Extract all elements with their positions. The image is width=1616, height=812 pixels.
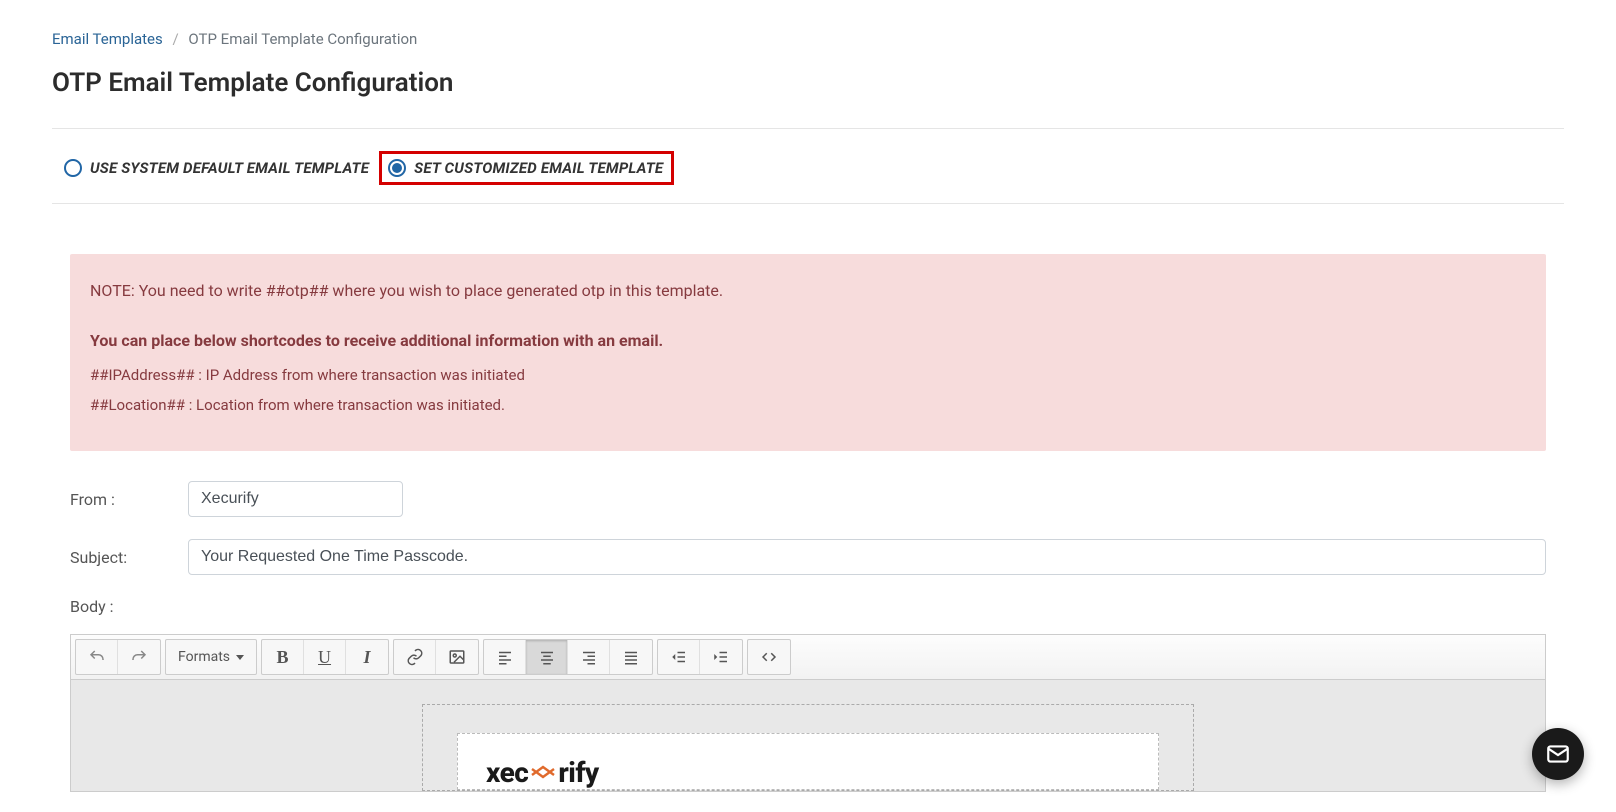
chat-icon: [1545, 741, 1571, 767]
indent-button[interactable]: [700, 640, 742, 674]
radio-icon: [64, 159, 82, 177]
brand-post: rify: [558, 756, 598, 789]
radio-default-label: USE SYSTEM DEFAULT EMAIL TEMPLATE: [90, 159, 369, 177]
underline-icon: U: [318, 647, 331, 668]
undo-button[interactable]: [76, 640, 118, 674]
bold-icon: B: [277, 647, 289, 668]
mail-preview-inner: xec rify: [457, 733, 1159, 790]
alert-shortcode-location: ##Location## : Location from where trans…: [90, 393, 1526, 417]
outdent-button[interactable]: [658, 640, 700, 674]
body-label: Body :: [70, 597, 1546, 616]
italic-icon: I: [364, 647, 371, 668]
code-icon: [760, 648, 778, 666]
subject-label: Subject:: [70, 548, 188, 567]
image-icon: [448, 648, 466, 666]
align-left-icon: [496, 648, 514, 666]
undo-icon: [88, 648, 106, 666]
align-center-icon: [538, 648, 556, 666]
caret-down-icon: [236, 655, 244, 660]
underline-button[interactable]: U: [304, 640, 346, 674]
divider: [52, 128, 1564, 129]
brand-logo: xec rify: [486, 756, 1130, 789]
from-input[interactable]: [188, 481, 403, 517]
template-mode-radio-group: USE SYSTEM DEFAULT EMAIL TEMPLATE SET CU…: [52, 151, 1564, 204]
breadcrumb-separator: /: [172, 30, 178, 48]
envelope-icon: [530, 763, 556, 783]
breadcrumb-current: OTP Email Template Configuration: [188, 30, 417, 48]
page-title: OTP Email Template Configuration: [52, 68, 1564, 98]
from-label: From :: [70, 490, 188, 509]
radio-default-template[interactable]: USE SYSTEM DEFAULT EMAIL TEMPLATE: [64, 159, 369, 177]
mail-preview-frame: xec rify: [422, 704, 1194, 791]
align-justify-icon: [622, 648, 640, 666]
from-row: From :: [70, 481, 1546, 517]
redo-icon: [130, 648, 148, 666]
alert-note: NOTE: You need to write ##otp## where yo…: [90, 278, 1526, 304]
info-alert: NOTE: You need to write ##otp## where yo…: [70, 254, 1546, 451]
align-center-button[interactable]: [526, 640, 568, 674]
alert-shortcode-ip: ##IPAddress## : IP Address from where tr…: [90, 363, 1526, 387]
image-button[interactable]: [436, 640, 478, 674]
alert-bold: You can place below shortcodes to receiv…: [90, 328, 1526, 354]
subject-row: Subject:: [70, 539, 1546, 575]
editor-toolbar: Formats B U I: [71, 635, 1545, 680]
highlight-box: SET CUSTOMIZED EMAIL TEMPLATE: [379, 151, 674, 185]
align-right-icon: [580, 648, 598, 666]
link-icon: [406, 648, 424, 666]
italic-button[interactable]: I: [346, 640, 388, 674]
chat-fab[interactable]: [1532, 728, 1584, 780]
formats-dropdown[interactable]: Formats: [166, 640, 256, 674]
subject-input[interactable]: [188, 539, 1546, 575]
redo-button[interactable]: [118, 640, 160, 674]
align-justify-button[interactable]: [610, 640, 652, 674]
align-left-button[interactable]: [484, 640, 526, 674]
editor-content-area[interactable]: xec rify: [71, 680, 1545, 791]
formats-label: Formats: [178, 649, 230, 665]
radio-custom-template[interactable]: SET CUSTOMIZED EMAIL TEMPLATE: [388, 159, 663, 177]
rich-text-editor: Formats B U I: [70, 634, 1546, 792]
bold-button[interactable]: B: [262, 640, 304, 674]
source-code-button[interactable]: [748, 640, 790, 674]
link-button[interactable]: [394, 640, 436, 674]
align-right-button[interactable]: [568, 640, 610, 674]
indent-icon: [712, 648, 730, 666]
brand-pre: xec: [486, 756, 528, 789]
radio-icon-selected: [388, 159, 406, 177]
radio-custom-label: SET CUSTOMIZED EMAIL TEMPLATE: [414, 159, 663, 177]
breadcrumb: Email Templates / OTP Email Template Con…: [52, 30, 1564, 48]
breadcrumb-parent-link[interactable]: Email Templates: [52, 30, 163, 48]
outdent-icon: [670, 648, 688, 666]
